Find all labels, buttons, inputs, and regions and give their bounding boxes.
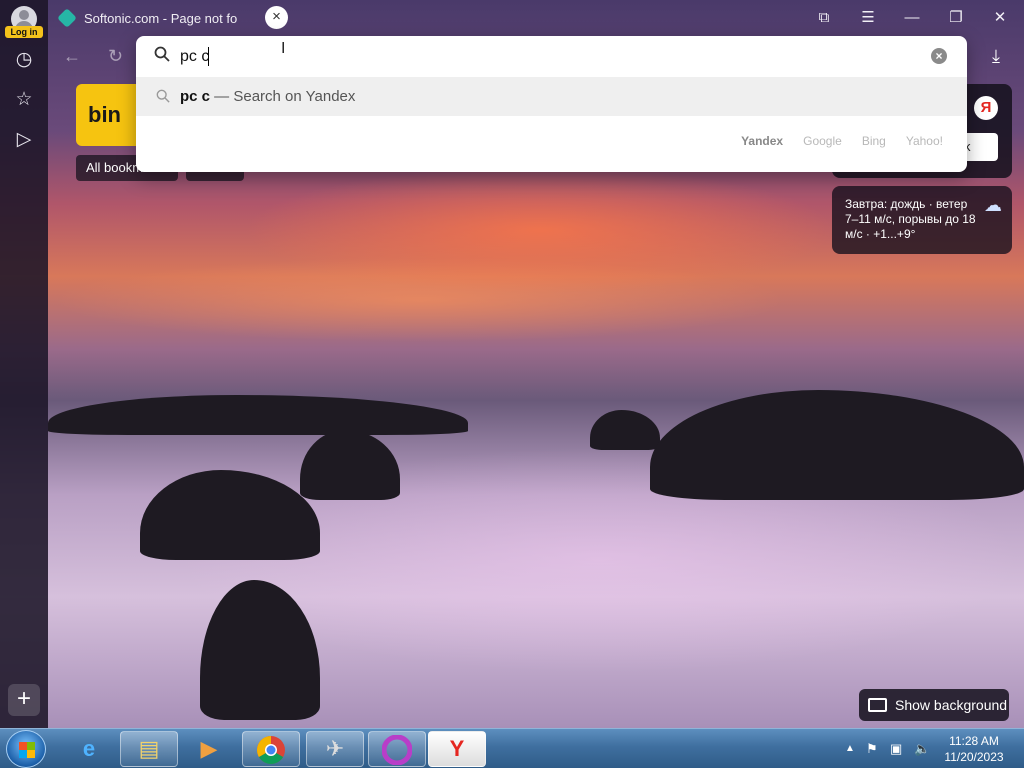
weather-icon: ☁ xyxy=(984,195,1002,215)
internet-explorer-icon[interactable]: e xyxy=(60,731,118,767)
search-dropdown: × pc c — Search on Yandex Yandex Google … xyxy=(136,36,967,172)
image-icon xyxy=(868,698,887,712)
menu-icon[interactable]: ☰ xyxy=(857,8,879,28)
mountain xyxy=(200,580,320,720)
app-icon[interactable]: ✈ xyxy=(306,731,364,767)
star-icon[interactable]: ☆ xyxy=(12,88,36,112)
engine-bing[interactable]: Bing xyxy=(862,134,886,148)
suggestion-item[interactable]: pc c — Search on Yandex xyxy=(136,77,967,116)
clock[interactable]: 11:28 AM 11/20/2023 xyxy=(940,733,1008,765)
start-button[interactable] xyxy=(6,730,46,768)
mountain xyxy=(140,470,320,560)
show-background-label: Show background xyxy=(895,697,1008,713)
text-caret xyxy=(208,47,209,66)
show-hidden-icons[interactable]: ▲ xyxy=(845,729,855,768)
yandex-logo: Я xyxy=(974,96,998,120)
minimize-icon[interactable]: — xyxy=(901,8,923,28)
engine-yahoo[interactable]: Yahoo! xyxy=(906,134,943,148)
suggestion-text: pc c — Search on Yandex xyxy=(180,88,355,105)
mountain xyxy=(650,390,1024,500)
search-icon xyxy=(156,89,170,103)
media-player-icon[interactable]: ▶ xyxy=(180,731,238,767)
clock-date: 11/20/2023 xyxy=(944,750,1004,764)
clock-time: 11:28 AM xyxy=(949,734,999,748)
weather-widget[interactable]: Завтра: дождь · ветер 7–11 м/с, порывы д… xyxy=(832,186,1012,254)
text-cursor-icon: I xyxy=(281,40,286,57)
opera-icon[interactable] xyxy=(368,731,426,767)
volume-icon[interactable]: 🔈 xyxy=(914,729,930,768)
back-icon[interactable]: ← xyxy=(63,46,81,67)
bookmarks-icon[interactable]: ⧉ xyxy=(813,8,835,28)
flag-icon[interactable]: ⚑ xyxy=(866,729,878,768)
yandex-browser-icon[interactable]: Y xyxy=(428,731,486,767)
bing-logo: bin xyxy=(88,102,121,127)
download-icon[interactable]: ⤓ xyxy=(992,46,1000,67)
suggestion-suffix: — Search on Yandex xyxy=(210,88,356,105)
sidebar: Log in ◷ ☆ ▷ + xyxy=(0,0,48,728)
show-background-button[interactable]: Show background xyxy=(859,689,1009,721)
file-explorer-icon[interactable]: ▤ xyxy=(120,731,178,767)
taskbar: e ▤ ▶ ✈ Y ▲ ⚑ ▣ 🔈 11:28 AM 11/20/2023 xyxy=(0,728,1024,768)
address-search-input[interactable] xyxy=(180,44,920,70)
suggestion-query: pc c xyxy=(180,88,211,105)
reload-icon[interactable]: ↻ xyxy=(108,46,123,67)
search-icon xyxy=(154,46,170,62)
tab-softonic[interactable]: Softonic.com - Page not fo xyxy=(52,4,248,32)
mountain xyxy=(590,410,660,450)
history-icon[interactable]: ◷ xyxy=(12,48,36,72)
engine-yandex[interactable]: Yandex xyxy=(741,134,783,148)
clear-icon[interactable]: × xyxy=(931,48,947,64)
mountain xyxy=(300,430,400,500)
close-window-icon[interactable]: ✕ xyxy=(989,8,1011,28)
windows-logo-icon-lower xyxy=(19,750,35,758)
weather-text: Завтра: дождь · ветер 7–11 м/с, порывы д… xyxy=(845,197,976,241)
network-icon[interactable]: ▣ xyxy=(890,729,902,768)
login-badge[interactable]: Log in xyxy=(5,26,43,38)
search-engine-list: Yandex Google Bing Yahoo! xyxy=(741,134,943,148)
site-favicon-icon xyxy=(57,8,77,28)
play-icon[interactable]: ▷ xyxy=(12,128,36,152)
add-icon[interactable]: + xyxy=(8,684,40,716)
tab-title: Softonic.com - Page not fo xyxy=(84,10,238,26)
mountain xyxy=(48,395,468,435)
restore-icon[interactable]: ❐ xyxy=(945,8,967,28)
search-row: × xyxy=(136,36,967,77)
chrome-icon[interactable] xyxy=(242,731,300,767)
engine-google[interactable]: Google xyxy=(803,134,842,148)
close-tab-icon[interactable]: × xyxy=(265,6,288,29)
